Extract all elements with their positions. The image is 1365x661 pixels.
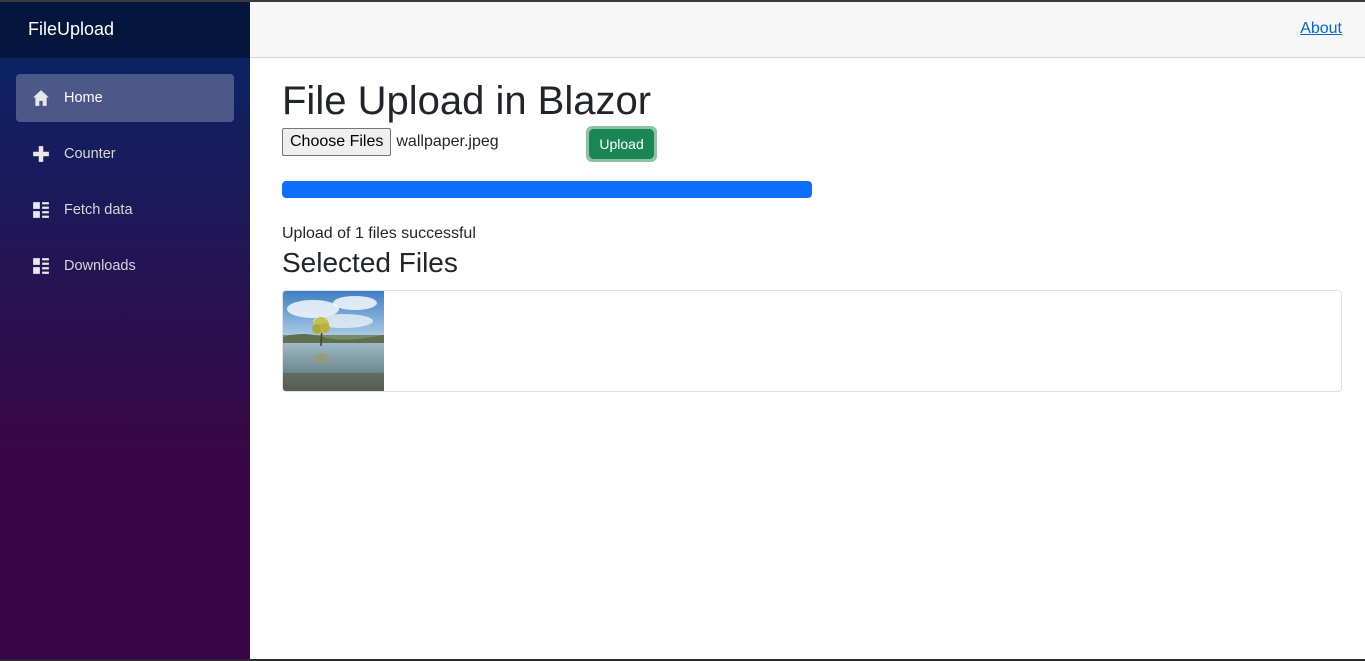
main-content: File Upload in Blazor Choose Files wallp… — [282, 58, 1342, 392]
upload-status-text: Upload of 1 files successful — [282, 225, 476, 242]
list-rich-icon — [32, 201, 50, 219]
about-link[interactable]: About — [1300, 20, 1342, 38]
upload-progress-fill — [282, 181, 812, 198]
selected-files-list — [282, 290, 1342, 392]
sidebar: FileUpload Home Counter Fetch data Downl… — [0, 0, 250, 661]
upload-button[interactable]: Upload — [589, 129, 654, 159]
sidebar-item-label: Fetch data — [64, 202, 133, 218]
selected-files-title: Selected Files — [282, 247, 458, 278]
brand-bar: FileUpload — [0, 0, 250, 58]
top-row: About — [250, 0, 1365, 58]
sidebar-item-home[interactable]: Home — [16, 74, 234, 122]
selected-filename: wallpaper.jpeg — [396, 133, 499, 150]
sidebar-item-downloads[interactable]: Downloads — [16, 242, 234, 290]
choose-files-button[interactable]: Choose Files — [282, 128, 392, 156]
plus-icon — [32, 145, 50, 163]
sidebar-item-label: Downloads — [64, 258, 136, 274]
file-thumbnail[interactable] — [283, 291, 384, 391]
sidebar-item-label: Home — [64, 90, 103, 106]
sidebar-item-fetch-data[interactable]: Fetch data — [16, 186, 234, 234]
sidebar-nav: Home Counter Fetch data Downloads — [0, 58, 250, 290]
upload-progress-bar — [282, 181, 812, 198]
window-top-border — [0, 0, 1365, 2]
app-brand[interactable]: FileUpload — [28, 19, 114, 40]
page-title: File Upload in Blazor — [282, 79, 652, 123]
sidebar-item-counter[interactable]: Counter — [16, 130, 234, 178]
list-rich-icon — [32, 257, 50, 275]
upload-row: Choose Files wallpaper.jpeg Upload — [282, 126, 1342, 163]
home-icon — [32, 89, 50, 107]
upload-button-focus-ring: Upload — [586, 126, 657, 162]
sidebar-item-label: Counter — [64, 146, 116, 162]
